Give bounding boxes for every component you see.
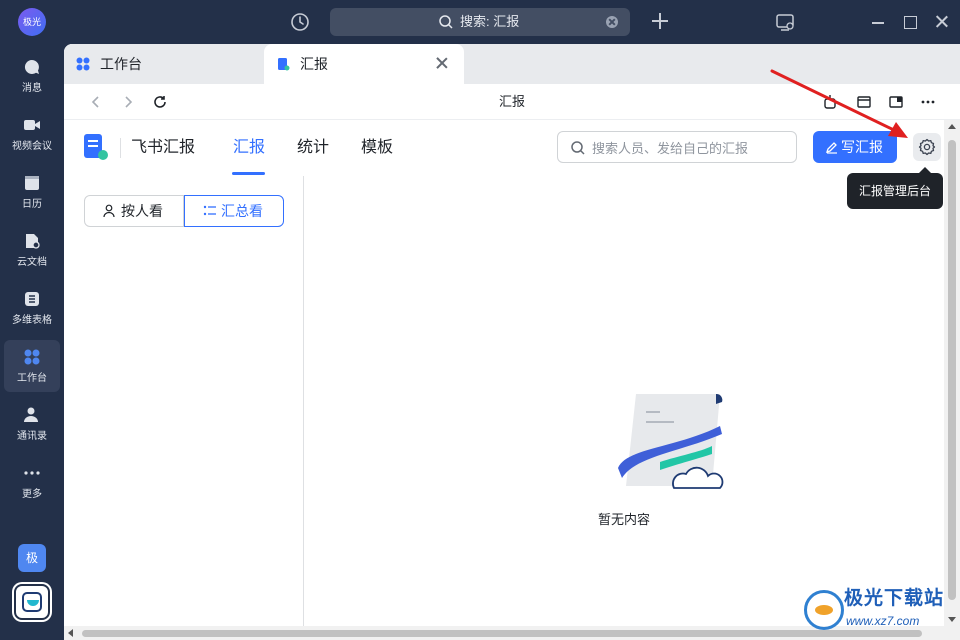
contacts-icon: [24, 407, 38, 422]
tab-strip: 工作台 汇报: [64, 44, 960, 84]
empty-state-text: 暂无内容: [597, 512, 650, 527]
watermark-title: 极光下载站: [844, 588, 945, 609]
title-bar: 极光 搜索: 汇报: [0, 0, 960, 44]
more-dots-icon: [24, 471, 40, 475]
user-avatar[interactable]: 极光: [18, 8, 46, 36]
side-panel: 按人看 汇总看: [64, 176, 304, 626]
people-search-input[interactable]: [592, 138, 788, 158]
new-plus-button[interactable]: [650, 11, 670, 31]
view-summary-button[interactable]: 汇总看: [184, 195, 284, 227]
nav-item-video-meeting[interactable]: 视频会议: [4, 108, 60, 160]
chat-icon: [24, 59, 39, 74]
watermark-logo-icon: [804, 590, 844, 630]
settings-tooltip: 汇报管理后台: [847, 167, 943, 209]
nav-item-messages[interactable]: 消息: [4, 50, 60, 102]
history-icon[interactable]: [289, 11, 311, 33]
nav-item-workplace[interactable]: 工作台: [4, 340, 60, 392]
scroll-thumb[interactable]: [82, 630, 922, 637]
close-tab-icon[interactable]: [436, 57, 448, 69]
write-report-label: 写汇报: [841, 139, 883, 155]
global-search[interactable]: 搜索: 汇报: [330, 8, 630, 36]
left-nav: 消息 视频会议 日历 云文档 多维表格 工作台 通讯录 更多 极: [0, 44, 64, 640]
view-by-person-label: 按人看: [121, 203, 163, 219]
nav-label: 工作台: [17, 373, 47, 384]
search-icon: [439, 15, 453, 29]
empty-state-illustration: [618, 393, 724, 489]
app-name: 飞书汇报: [120, 138, 195, 158]
close-window-button[interactable]: [932, 12, 952, 32]
clear-search-icon[interactable]: [606, 16, 618, 28]
edit-icon: [825, 142, 837, 154]
site-watermark: 极光下载站 www.xz7.com: [804, 584, 954, 634]
view-by-person-button[interactable]: 按人看: [84, 195, 184, 227]
active-tab-indicator: [232, 172, 265, 175]
nav-item-bitable[interactable]: 多维表格: [4, 282, 60, 334]
app-header: 飞书汇报 汇报 统计 模板 写汇报: [64, 120, 944, 176]
tab-templates[interactable]: 模板: [361, 138, 393, 158]
robot-icon[interactable]: [822, 94, 838, 110]
nav-item-contacts[interactable]: 通讯录: [4, 398, 60, 450]
gear-icon: [918, 138, 936, 156]
view-toggle: 按人看 汇总看: [84, 195, 284, 227]
calendar-icon: [25, 176, 39, 190]
nav-label: 视频会议: [12, 141, 52, 152]
workplace-icon: [24, 349, 40, 365]
cloud-doc-icon: [26, 234, 40, 249]
scroll-up-arrow[interactable]: [948, 124, 956, 129]
list-icon: [203, 205, 216, 216]
search-icon: [571, 141, 585, 155]
workplace-icon: [76, 57, 90, 71]
video-icon: [24, 120, 40, 130]
tab-statistics[interactable]: 统计: [297, 138, 329, 158]
nav-label: 多维表格: [12, 315, 52, 326]
people-search[interactable]: [557, 131, 797, 163]
watermark-url: www.xz7.com: [846, 614, 920, 628]
report-app-logo: [84, 134, 108, 160]
content-area: 按人看 汇总看 暂无内容: [64, 176, 944, 626]
settings-button[interactable]: [913, 133, 941, 161]
scroll-left-arrow[interactable]: [68, 629, 73, 637]
more-options-icon[interactable]: [920, 94, 936, 110]
global-search-text: 搜索: 汇报: [460, 14, 520, 29]
address-bar: 汇报: [64, 84, 960, 120]
view-summary-label: 汇总看: [221, 203, 263, 219]
person-icon: [103, 204, 115, 218]
vertical-scrollbar[interactable]: [944, 120, 960, 626]
tab-label: 工作台: [100, 56, 142, 72]
nav-item-calendar[interactable]: 日历: [4, 166, 60, 218]
tab-report[interactable]: 汇报: [264, 44, 464, 84]
main-window: 工作台 汇报 汇报 飞书汇报 汇报 统计 模板 搜索人员、发给自己的汇报 写汇报…: [64, 44, 960, 640]
scroll-thumb[interactable]: [948, 140, 956, 600]
maximize-button[interactable]: [900, 12, 920, 32]
write-report-button[interactable]: 写汇报: [813, 131, 897, 163]
table-icon: [25, 292, 39, 306]
window-icon[interactable]: [856, 94, 872, 110]
nav-label: 日历: [22, 199, 42, 210]
nav-label: 通讯录: [17, 431, 47, 442]
tab-workplace[interactable]: 工作台: [64, 44, 264, 84]
nav-item-docs[interactable]: 云文档: [4, 224, 60, 276]
screen-notify-icon[interactable]: [774, 11, 796, 33]
workspace-badge[interactable]: 极: [18, 544, 46, 572]
nav-label: 消息: [22, 83, 42, 94]
report-icon: [278, 58, 290, 71]
tab-label: 汇报: [300, 56, 328, 72]
tab-report-list[interactable]: 汇报: [233, 138, 265, 158]
nav-label: 云文档: [17, 257, 47, 268]
feishu-app-icon[interactable]: [14, 584, 50, 620]
nav-item-more[interactable]: 更多: [4, 456, 60, 508]
minimize-button[interactable]: [868, 12, 888, 32]
nav-label: 更多: [22, 489, 42, 500]
split-view-icon[interactable]: [888, 94, 904, 110]
